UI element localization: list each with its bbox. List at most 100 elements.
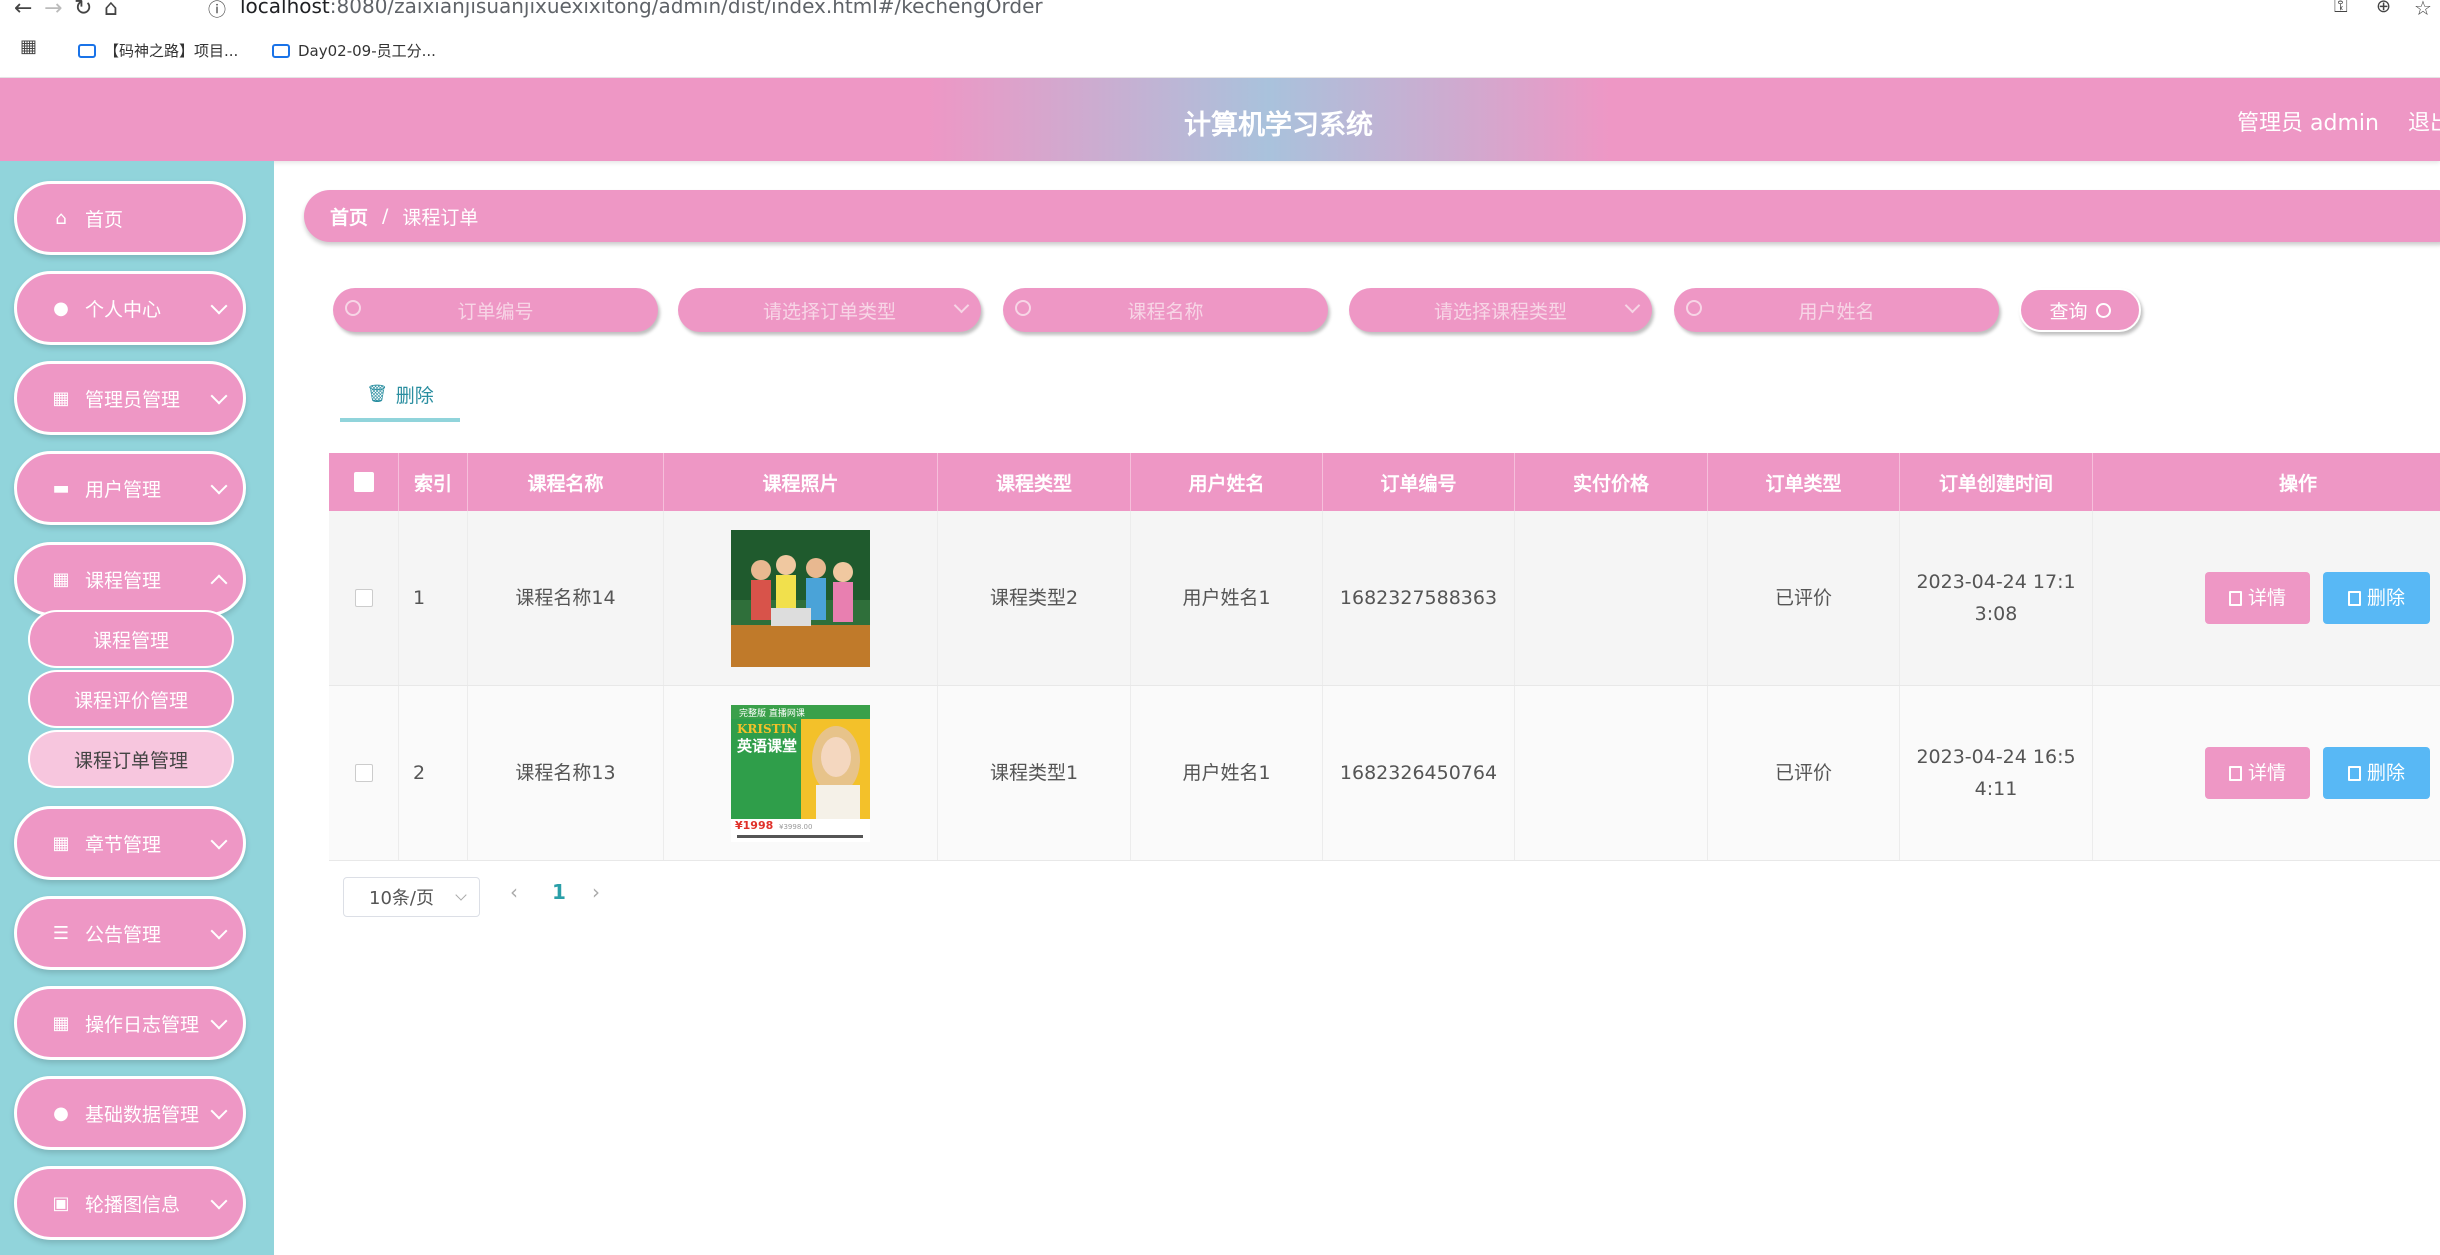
bookmark-2[interactable]: Day02-09-员工分...: [272, 40, 436, 61]
back-icon[interactable]: ←: [14, 0, 32, 21]
cell-order-no: 1682326450764: [1323, 686, 1515, 860]
home-browser-icon[interactable]: ⌂: [104, 0, 118, 21]
sidebar-item-home[interactable]: ⌂ 首页: [14, 181, 246, 255]
order-type-select[interactable]: 请选择订单类型: [678, 288, 981, 332]
list-icon: ☰: [52, 922, 70, 944]
order-no-input[interactable]: 订单编号: [333, 288, 658, 332]
grid-icon: ▦: [52, 832, 70, 854]
select-all-cell: [329, 453, 399, 511]
prev-page-button[interactable]: ‹: [510, 880, 518, 904]
chevron-down-icon: [455, 889, 467, 901]
cell-actions: 详情 删除: [2093, 686, 2440, 860]
bookmark-1-label: 【码神之路】项目...: [104, 42, 239, 60]
query-button[interactable]: 查询: [2019, 288, 2141, 332]
search-icon: [1686, 300, 1702, 316]
reload-icon[interactable]: ↻: [74, 0, 92, 21]
course-type-select[interactable]: 请选择课程类型: [1349, 288, 1652, 332]
chevron-down-icon: [953, 297, 970, 314]
url-path: :8080/zaixianjisuanjixuexixitong/admin/d…: [329, 0, 1043, 18]
breadcrumb-current: 课程订单: [402, 206, 479, 229]
detail-label: 详情: [2247, 762, 2286, 784]
sidebar-item-carousel[interactable]: ▣ 轮播图信息: [14, 1166, 246, 1240]
col-index: 索引: [399, 453, 468, 511]
apps-icon[interactable]: ▦: [20, 36, 37, 57]
grid-icon: ▦: [52, 1012, 70, 1034]
delete-button[interactable]: 删除: [2323, 747, 2430, 799]
bilibili-icon: [78, 43, 96, 58]
table-header: 索引 课程名称 课程照片 课程类型 用户姓名 订单编号 实付价格 订单类型 订单…: [329, 453, 2440, 511]
app-header: 计算机学习系统 管理员 admin 退出登录: [0, 78, 2440, 161]
created-time-line1: 2023-04-24 17:1: [1916, 571, 2076, 593]
cell-course-type: 课程类型2: [938, 511, 1131, 685]
user-name-placeholder: 用户姓名: [1798, 300, 1875, 323]
sidebar-item-users[interactable]: ▬ 用户管理: [14, 451, 246, 525]
chevron-down-icon: [210, 477, 228, 495]
row-select-cell: [329, 686, 399, 860]
address-bar-row: ← → ↻ ⌂ ⓘ localhost:8080/zaixianjisuanji…: [0, 0, 2440, 22]
forward-icon[interactable]: →: [44, 0, 62, 21]
sidebar-item-label: 操作日志管理: [85, 1013, 200, 1036]
address-bar[interactable]: localhost:8080/zaixianjisuanjixuexixiton…: [240, 0, 1043, 18]
cell-user-name: 用户姓名1: [1131, 511, 1323, 685]
sidebar-item-courses[interactable]: ▦ 课程管理: [14, 542, 246, 616]
sidebar-item-chapters[interactable]: ▦ 章节管理: [14, 806, 246, 880]
logout-button[interactable]: 退出登录: [2408, 105, 2440, 137]
detail-button[interactable]: 详情: [2205, 747, 2310, 799]
grid-icon: ▦: [52, 568, 70, 590]
search-icon: [345, 300, 361, 316]
next-page-button[interactable]: ›: [592, 880, 600, 904]
row-checkbox[interactable]: [354, 764, 373, 782]
submenu-course-manage[interactable]: 课程管理: [28, 610, 234, 668]
cell-course-name: 课程名称13: [468, 686, 664, 860]
user-icon: ●: [53, 297, 69, 319]
page-size-select[interactable]: 10条/页: [343, 877, 480, 917]
delete-label: 删除: [2366, 587, 2405, 609]
table-row: 1 课程名称14 课程类型2 用户姓名1 1682327588363 已评价 2…: [329, 511, 2440, 686]
delete-button[interactable]: 删除: [2323, 572, 2430, 624]
detail-button[interactable]: 详情: [2205, 572, 2310, 624]
course-photo-english-poster: 完整版 直播网课 KRISTIN 英语课堂 ¥1998 ¥3998.00: [731, 704, 870, 842]
sidebar-item-basedata[interactable]: ● 基础数据管理: [14, 1076, 246, 1150]
chevron-down-icon: [210, 832, 228, 850]
sidebar-item-label: 个人中心: [85, 298, 162, 321]
select-all-checkbox[interactable]: [353, 472, 374, 492]
sidebar-item-label: 章节管理: [85, 833, 162, 856]
bulk-delete-button[interactable]: 🗑 删除: [340, 370, 460, 422]
created-time-line2: 4:11: [1974, 778, 2018, 800]
star-icon[interactable]: ☆: [2414, 0, 2432, 20]
sidebar-item-logs[interactable]: ▦ 操作日志管理: [14, 986, 246, 1060]
search-icon: [2095, 302, 2111, 318]
site-info-icon[interactable]: ⓘ: [208, 0, 226, 22]
col-order-no: 订单编号: [1323, 453, 1515, 511]
document-icon: [2228, 590, 2242, 606]
cell-actions: 详情 删除: [2093, 511, 2440, 685]
row-select-cell: [329, 511, 399, 685]
row-checkbox[interactable]: [354, 589, 373, 607]
admin-label: 管理员 admin: [2237, 111, 2379, 136]
sidebar-item-label: 首页: [85, 208, 124, 231]
table-row: 2 课程名称13 完整版 直播网课 KRISTIN 英语课堂 ¥1998 ¥39…: [329, 686, 2440, 861]
sidebar-item-personal[interactable]: ● 个人中心: [14, 271, 246, 345]
zoom-icon[interactable]: ⊕: [2376, 0, 2391, 17]
sidebar-item-label: 轮播图信息: [85, 1193, 181, 1216]
created-time-line2: 3:08: [1974, 603, 2018, 625]
course-type-placeholder: 请选择课程类型: [1433, 300, 1567, 323]
sidebar-item-label: 管理员管理: [85, 388, 181, 411]
document-icon: [2228, 765, 2242, 781]
cell-user-name: 用户姓名1: [1131, 686, 1323, 860]
bookmark-1[interactable]: 【码神之路】项目...: [78, 40, 238, 61]
key-icon[interactable]: ⚿: [2334, 0, 2348, 17]
sidebar-item-notices[interactable]: ☰ 公告管理: [14, 896, 246, 970]
col-course-photo: 课程照片: [664, 453, 938, 511]
submenu-course-order[interactable]: 课程订单管理: [28, 730, 234, 788]
sidebar-item-label: 基础数据管理: [85, 1103, 200, 1126]
breadcrumb-home[interactable]: 首页: [330, 203, 368, 230]
course-name-input[interactable]: 课程名称: [1003, 288, 1328, 332]
cell-price: [1515, 511, 1708, 685]
chevron-up-icon: [210, 574, 228, 592]
page-number-current[interactable]: 1: [552, 880, 566, 904]
submenu-course-review[interactable]: 课程评价管理: [28, 670, 234, 728]
cell-created-time: 2023-04-24 16:5 4:11: [1900, 686, 2093, 860]
sidebar-item-admins[interactable]: ▦ 管理员管理: [14, 361, 246, 435]
user-name-input[interactable]: 用户姓名: [1674, 288, 1999, 332]
